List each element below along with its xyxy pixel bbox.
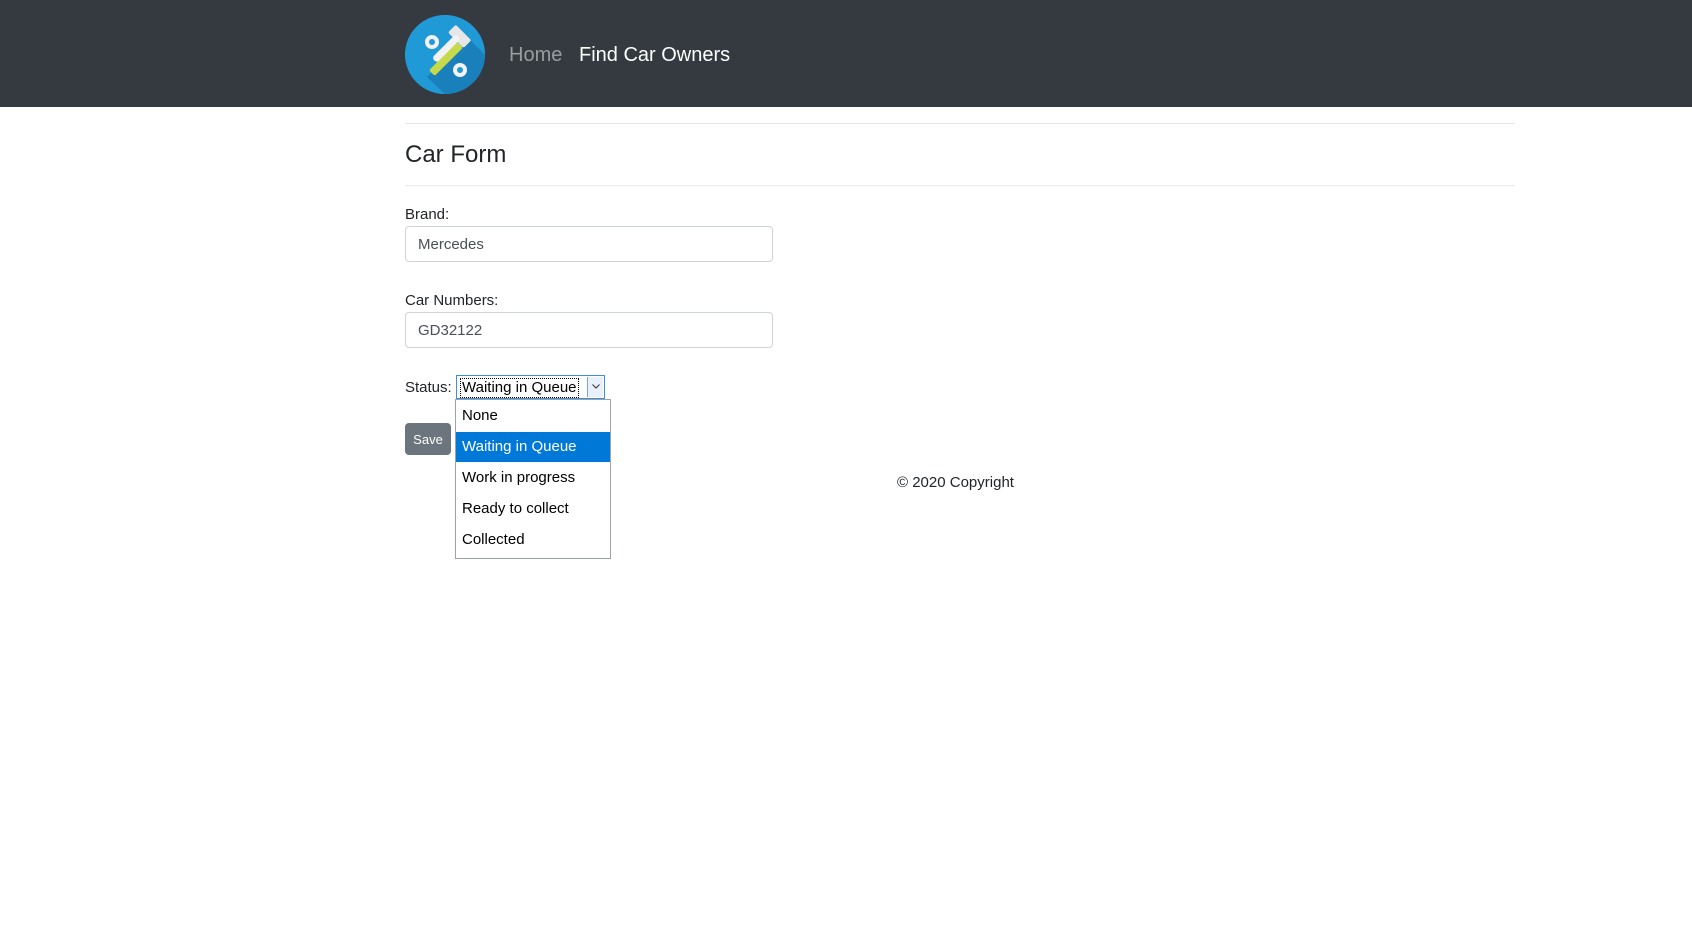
status-select[interactable]: Waiting in Queue: [456, 375, 605, 399]
status-option-collected[interactable]: Collected: [456, 525, 610, 555]
brand-label: Brand:: [405, 206, 450, 223]
divider-bottom: [405, 185, 1515, 186]
status-label: Status:: [405, 379, 452, 396]
status-option-work-in-progress[interactable]: Work in progress: [456, 463, 610, 493]
save-button[interactable]: Save: [405, 423, 451, 455]
chevron-down-icon[interactable]: [587, 377, 603, 397]
status-selected-value: Waiting in Queue: [460, 378, 579, 398]
brand-input[interactable]: [405, 226, 773, 262]
footer-copyright: © 2020 Copyright: [897, 474, 1014, 491]
top-navbar: Home Find Car Owners: [0, 0, 1692, 107]
nav-link-home[interactable]: Home: [509, 42, 562, 68]
car-numbers-input[interactable]: [405, 312, 773, 348]
car-numbers-label: Car Numbers:: [405, 292, 499, 309]
status-option-ready-to-collect[interactable]: Ready to collect: [456, 494, 610, 524]
page-title: Car Form: [405, 141, 507, 168]
status-dropdown-list: None Waiting in Queue Work in progress R…: [455, 399, 611, 559]
status-option-waiting-in-queue[interactable]: Waiting in Queue: [456, 432, 610, 462]
nav-link-find-car-owners[interactable]: Find Car Owners: [579, 42, 730, 68]
tools-logo-icon[interactable]: [405, 15, 485, 94]
status-option-none[interactable]: None: [456, 401, 610, 431]
divider-top: [405, 123, 1515, 124]
